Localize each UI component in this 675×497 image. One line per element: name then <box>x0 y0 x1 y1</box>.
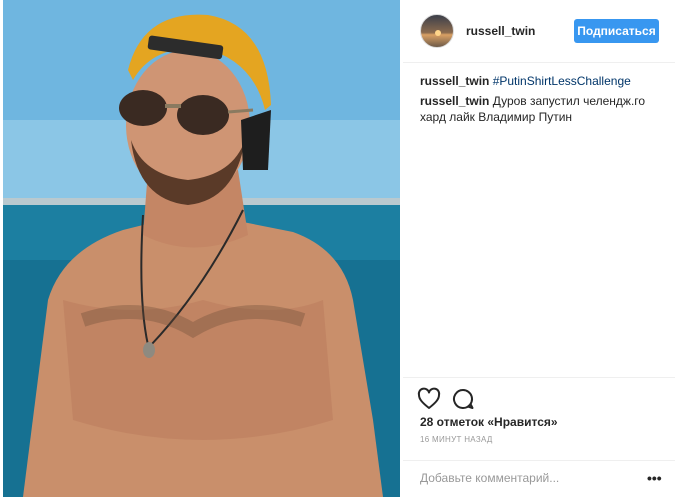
more-options-icon[interactable]: ••• <box>647 469 663 487</box>
avatar[interactable] <box>420 14 454 48</box>
post-side-panel: russell_twin Подписаться russell_twin #P… <box>403 0 675 497</box>
likes-count[interactable]: 28 отметок «Нравится» <box>420 415 558 429</box>
comment-username[interactable]: russell_twin <box>420 94 489 108</box>
comments-list: russell_twin #PutinShirtLessChallenge ru… <box>420 73 660 129</box>
post-photo[interactable] <box>3 0 400 497</box>
instagram-post: russell_twin Подписаться russell_twin #P… <box>0 0 675 497</box>
heart-icon[interactable] <box>417 387 441 411</box>
comment-icon[interactable] <box>451 387 475 411</box>
comment: russell_twin Дуров запустил челендж.го х… <box>420 93 660 125</box>
post-timestamp[interactable]: 16 минут назад <box>420 435 493 444</box>
post-header: russell_twin Подписаться <box>403 0 675 63</box>
comment-input[interactable] <box>420 469 630 487</box>
comment-username[interactable]: russell_twin <box>420 74 489 88</box>
author-username[interactable]: russell_twin <box>466 24 535 38</box>
avatar-sunset-image <box>435 30 441 36</box>
caption-comment: russell_twin #PutinShirtLessChallenge <box>420 73 660 89</box>
shirtless-man-at-sea-photo <box>3 0 400 497</box>
add-comment-bar: ••• <box>403 460 675 497</box>
follow-button[interactable]: Подписаться <box>574 19 659 43</box>
hashtag-link[interactable]: #PutinShirtLessChallenge <box>493 74 631 88</box>
